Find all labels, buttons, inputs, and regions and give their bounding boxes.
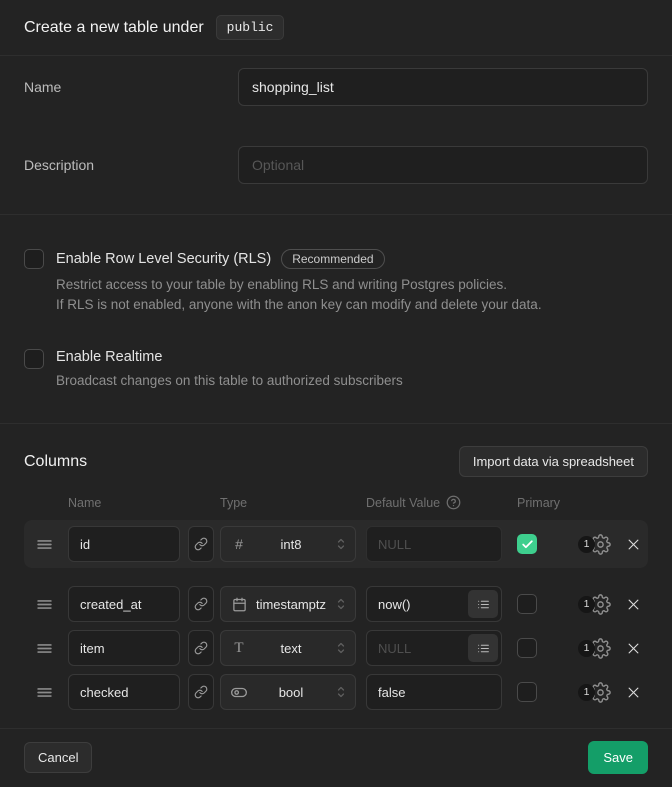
description-label: Description (24, 157, 238, 173)
column-headers: Name Type Default Value Primary (24, 495, 648, 510)
type-label: bool (255, 685, 327, 700)
name-field-row: Name (24, 68, 648, 106)
description-field-row: Description (24, 146, 648, 184)
remove-column-icon[interactable] (623, 594, 643, 614)
schema-badge: public (216, 15, 285, 40)
column-row: T text 1 (24, 626, 648, 670)
rls-toggle-block: Enable Row Level Security (RLS) Recommen… (24, 249, 648, 315)
column-name-input[interactable] (68, 586, 180, 622)
rls-checkbox[interactable] (24, 249, 44, 269)
cancel-button[interactable]: Cancel (24, 742, 92, 773)
columns-section: Columns Import data via spreadsheet Name… (0, 424, 672, 729)
settings-count-badge: 1 (578, 596, 595, 613)
foreign-key-link-icon[interactable] (188, 526, 214, 562)
default-value-cell (366, 526, 502, 562)
toggle-type-icon (231, 684, 247, 701)
primary-checkbox[interactable] (517, 638, 537, 658)
column-name-input[interactable] (68, 526, 180, 562)
chevron-updown-icon (335, 684, 347, 700)
chevron-updown-icon (335, 536, 347, 552)
chevron-updown-icon (335, 640, 347, 656)
header-primary: Primary (517, 496, 560, 510)
rls-description-line1: Restrict access to your table by enablin… (56, 275, 648, 295)
drag-handle-icon[interactable] (36, 536, 56, 553)
table-name-input[interactable] (238, 68, 648, 106)
rls-description-line2: If RLS is not enabled, anyone with the a… (56, 295, 648, 315)
chevron-updown-icon (335, 596, 347, 612)
table-info-section: Name Description (0, 56, 672, 215)
column-type-select[interactable]: timestamptz (220, 586, 356, 622)
dialog-footer: Cancel Save (0, 729, 672, 785)
type-label: timestamptz (255, 597, 327, 612)
default-suggestions-icon[interactable] (468, 634, 498, 662)
primary-checkbox[interactable] (517, 594, 537, 614)
primary-checkbox[interactable] (517, 534, 537, 554)
settings-count-badge: 1 (578, 536, 595, 553)
type-label: int8 (255, 537, 327, 552)
name-label: Name (24, 79, 238, 95)
text-type-icon: T (231, 640, 247, 657)
foreign-key-link-icon[interactable] (188, 674, 214, 710)
column-row: # int8 1 (24, 520, 648, 568)
realtime-checkbox[interactable] (24, 349, 44, 369)
column-settings-button[interactable]: 1 (578, 682, 611, 703)
header-name: Name (68, 496, 220, 510)
column-type-select[interactable]: # int8 (220, 526, 356, 562)
default-value-cell (366, 674, 502, 710)
remove-column-icon[interactable] (623, 682, 643, 702)
column-row: timestamptz 1 (24, 582, 648, 626)
remove-column-icon[interactable] (623, 534, 643, 554)
save-button[interactable]: Save (588, 741, 648, 774)
recommended-badge: Recommended (281, 249, 384, 269)
dialog-header: Create a new table under public (0, 0, 672, 56)
dialog-title: Create a new table under (24, 19, 204, 37)
columns-list: # int8 1 (24, 520, 648, 714)
column-settings-button[interactable]: 1 (578, 638, 611, 659)
default-value-input[interactable] (366, 674, 502, 710)
settings-count-badge: 1 (578, 640, 595, 657)
header-type: Type (220, 496, 366, 510)
help-circle-icon[interactable] (446, 495, 461, 510)
column-settings-button[interactable]: 1 (578, 534, 611, 555)
header-default-value: Default Value (366, 496, 440, 510)
drag-handle-icon[interactable] (36, 684, 56, 701)
type-label: text (255, 641, 327, 656)
primary-checkbox[interactable] (517, 682, 537, 702)
drag-handle-icon[interactable] (36, 596, 56, 613)
column-row: bool 1 (24, 670, 648, 714)
default-value-cell (366, 630, 502, 666)
foreign-key-link-icon[interactable] (188, 586, 214, 622)
table-options-section: Enable Row Level Security (RLS) Recommen… (0, 215, 672, 424)
column-type-select[interactable]: bool (220, 674, 356, 710)
default-value-cell (366, 586, 502, 622)
hash-type-icon: # (231, 536, 247, 552)
foreign-key-link-icon[interactable] (188, 630, 214, 666)
column-name-input[interactable] (68, 674, 180, 710)
columns-title: Columns (24, 453, 87, 471)
default-suggestions-icon[interactable] (468, 590, 498, 618)
rls-label: Enable Row Level Security (RLS) (56, 251, 271, 267)
table-description-input[interactable] (238, 146, 648, 184)
drag-handle-icon[interactable] (36, 640, 56, 657)
realtime-description: Broadcast changes on this table to autho… (56, 371, 648, 391)
calendar-type-icon (231, 597, 247, 612)
column-settings-button[interactable]: 1 (578, 594, 611, 615)
settings-count-badge: 1 (578, 684, 595, 701)
column-type-select[interactable]: T text (220, 630, 356, 666)
default-value-input[interactable] (366, 526, 502, 562)
column-name-input[interactable] (68, 630, 180, 666)
import-spreadsheet-button[interactable]: Import data via spreadsheet (459, 446, 648, 477)
realtime-label: Enable Realtime (56, 349, 162, 365)
realtime-toggle-block: Enable Realtime Broadcast changes on thi… (24, 349, 648, 391)
remove-column-icon[interactable] (623, 638, 643, 658)
